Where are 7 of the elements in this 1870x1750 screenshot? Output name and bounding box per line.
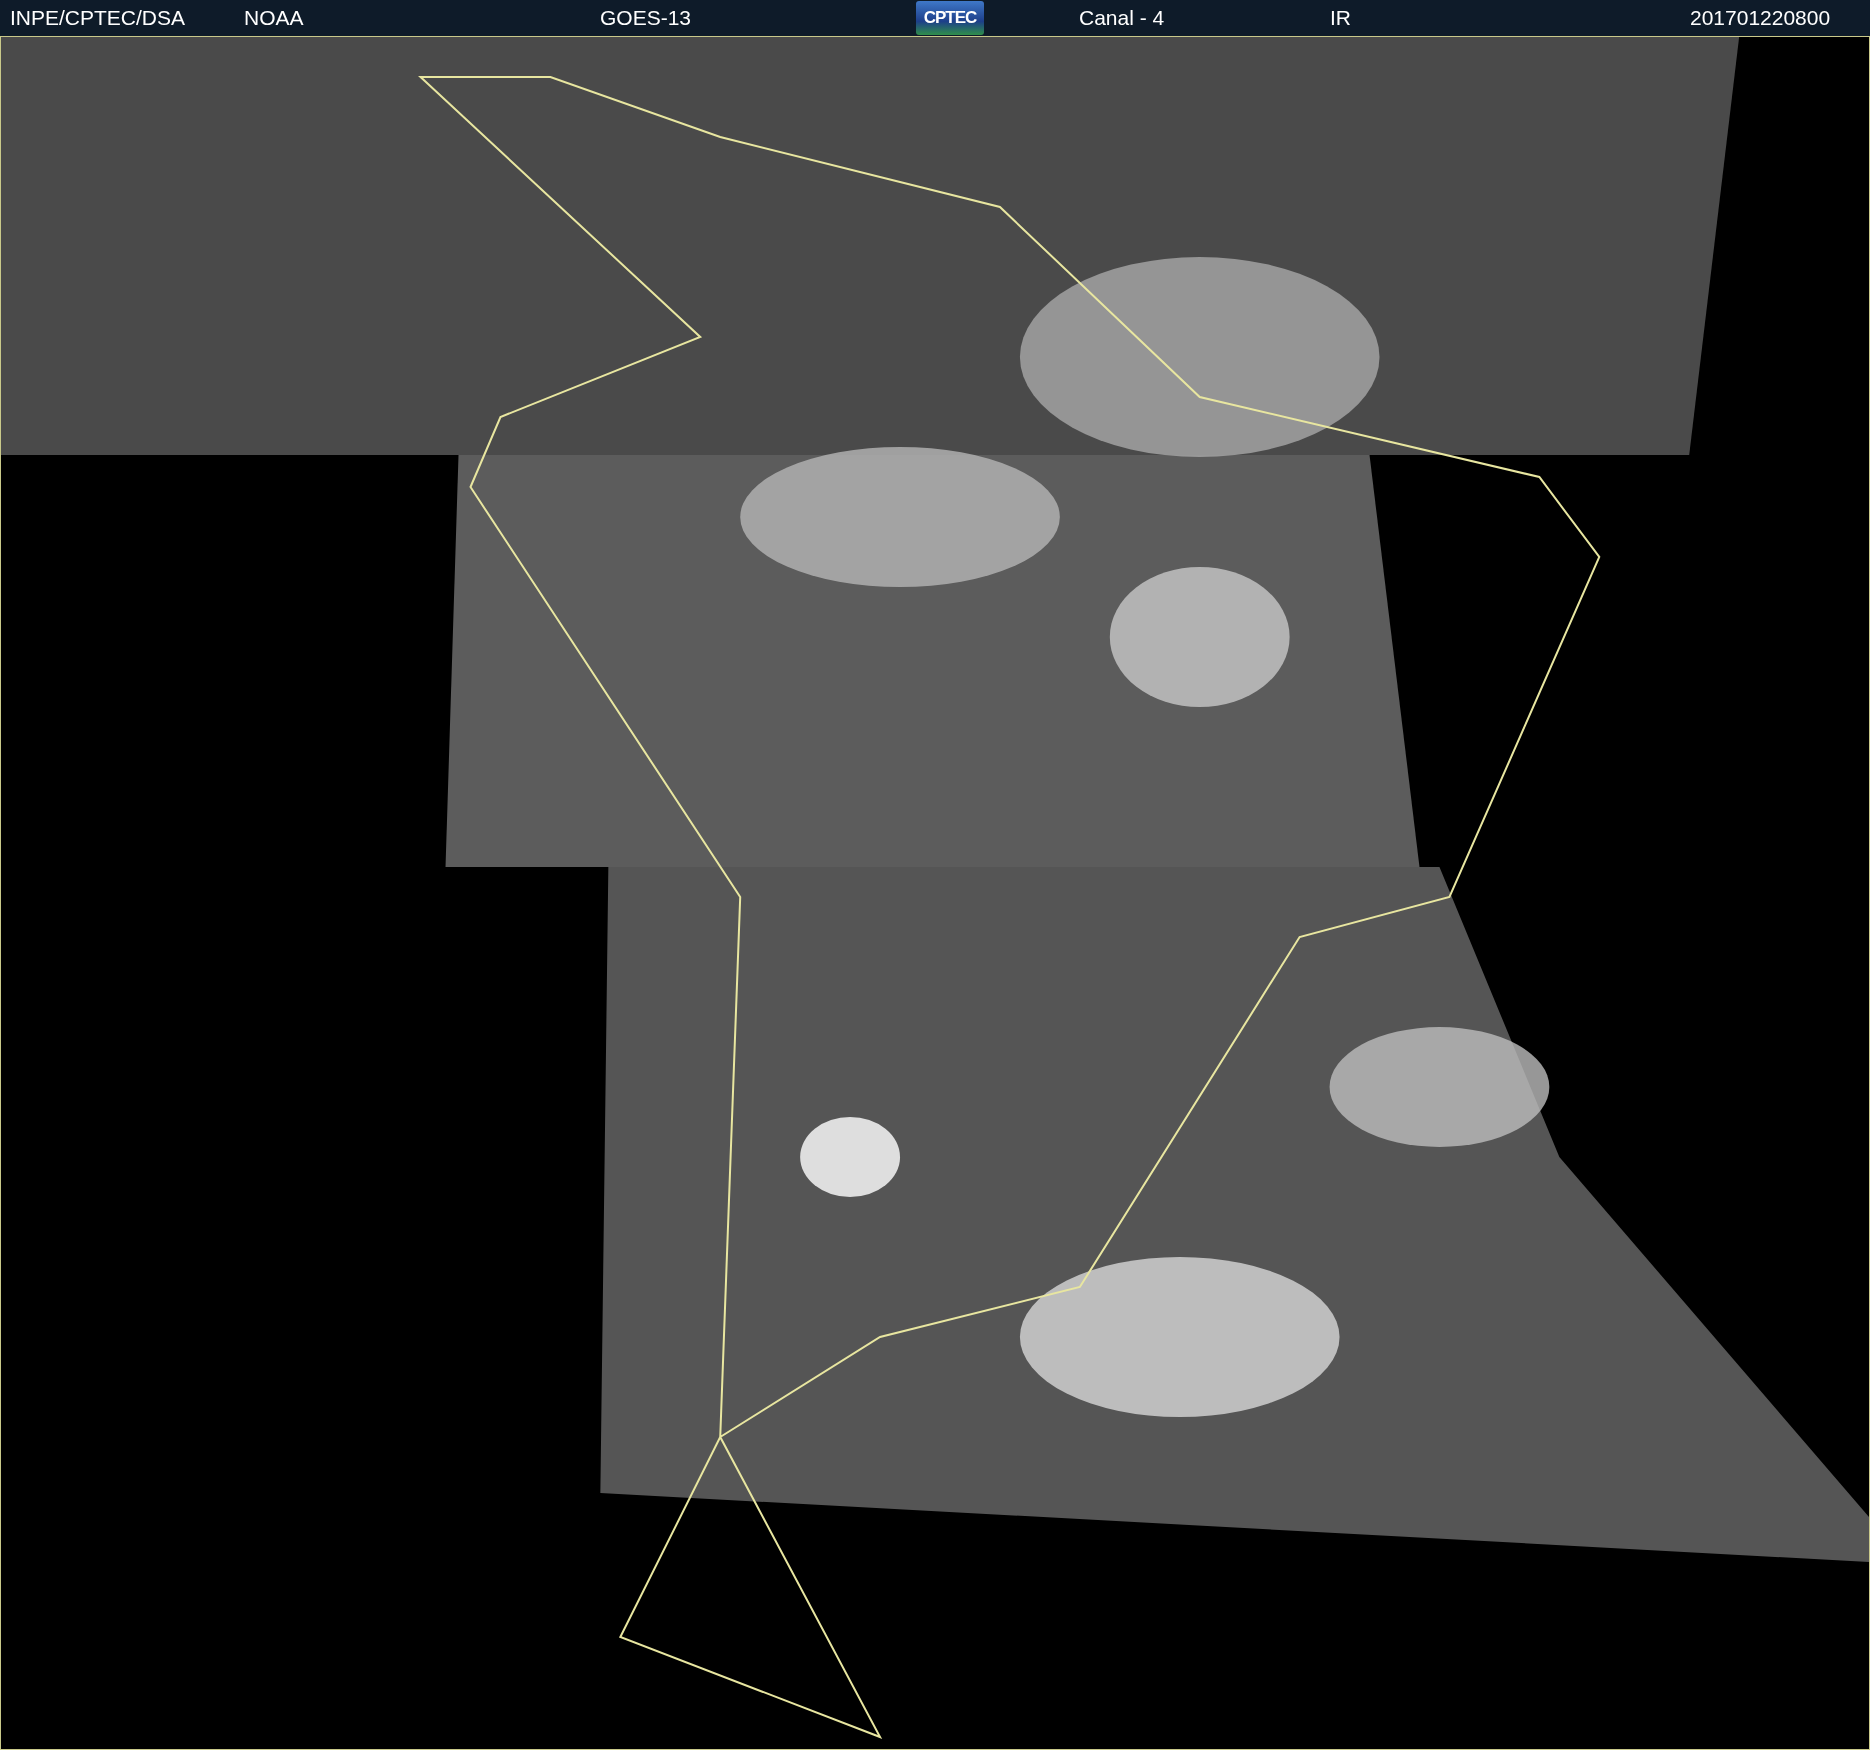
header-label: GOES-13 <box>600 6 692 30</box>
header-label: NOAA <box>244 6 304 30</box>
header-label: IR <box>1330 6 1351 30</box>
header-label: 201701220800 <box>1690 6 1831 30</box>
header-label: Canal - 4 <box>1079 6 1165 30</box>
logo: CPTEC <box>916 1 984 35</box>
header-label: INPE/CPTEC/DSA <box>10 6 186 30</box>
